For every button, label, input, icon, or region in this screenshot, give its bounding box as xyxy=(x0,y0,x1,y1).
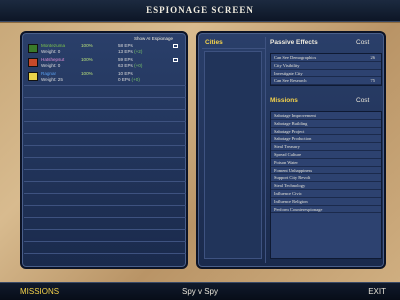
mission-item[interactable]: Foment Unhappiness xyxy=(271,167,381,175)
mission-item[interactable]: Sabotage Production xyxy=(271,135,381,144)
parchment-frame: Show AI Espionage Montezuma 100% Weight:… xyxy=(0,22,400,282)
civ-flag-icon xyxy=(28,44,38,53)
passive-effects-title: Passive Effects xyxy=(270,39,318,46)
passive-effects-list: Can See Demographics 26 City Visibility I… xyxy=(270,53,382,87)
missions-cost-header: Cost xyxy=(356,97,370,104)
screen-title: ESPIONAGE SCREEN xyxy=(0,0,400,22)
mission-item[interactable]: Steal Treasury xyxy=(271,143,381,151)
mission-item[interactable]: Spread Culture xyxy=(271,151,381,159)
civ-row-hatshepsut[interactable]: Hatshepsut 100% Weight: 0 59 EPs 63 EPs … xyxy=(26,57,186,69)
civ-eps: 58 EPs xyxy=(118,43,133,48)
civ-eps-rate: 0 EPs (+0) xyxy=(118,77,140,82)
mission-item[interactable]: Sabotage Project xyxy=(271,128,381,136)
civ-name: Ragnar xyxy=(41,71,57,76)
passive-effect-item[interactable]: Can See Research 75 xyxy=(271,77,381,86)
mission-item[interactable]: Steal Technology xyxy=(271,182,381,190)
passive-effect-item[interactable]: Investigate City xyxy=(271,70,381,78)
mission-item[interactable]: Sabotage Improvement xyxy=(271,112,381,120)
espionage-details-panel: Cities Passive Effects Cost Can See Demo… xyxy=(196,31,386,269)
civ-row-montezuma[interactable]: Montezuma 100% Weight: 0 58 EPs 13 EPs (… xyxy=(26,43,186,55)
mission-item[interactable]: Perform Counterespionage xyxy=(271,206,381,214)
civ-weight: Weight: 25 xyxy=(41,77,63,82)
spy-vs-spy-button[interactable]: Spy v Spy xyxy=(0,283,400,300)
passive-effect-item[interactable]: Can See Demographics 26 xyxy=(271,54,381,62)
mission-item[interactable]: Influence Civic xyxy=(271,190,381,198)
mission-item[interactable]: Sabotage Building xyxy=(271,120,381,128)
missions-list: Sabotage Improvement Sabotage Building S… xyxy=(270,111,382,259)
civ-eps: 10 EPs xyxy=(118,71,133,76)
mission-item[interactable]: Support City Revolt xyxy=(271,174,381,183)
civ-weight: Weight: 0 xyxy=(41,63,61,68)
civ-row-ragnar[interactable]: Ragnar 100% Weight: 25 10 EPs 0 EPs (+0) xyxy=(26,71,186,83)
cities-column: Cities xyxy=(202,37,266,263)
show-ai-checkbox[interactable] xyxy=(173,58,178,62)
show-ai-espionage-label: Show AI Espionage xyxy=(134,36,174,41)
civ-flag-icon xyxy=(28,72,38,81)
civ-flag-icon xyxy=(28,58,38,67)
mission-item[interactable]: Influence Religion xyxy=(271,198,381,206)
cities-title: Cities xyxy=(202,37,265,49)
civ-eps-rate: 63 EPs (+0) xyxy=(118,63,143,68)
exit-button[interactable]: EXIT xyxy=(368,283,386,300)
civ-name: Hatshepsut xyxy=(41,57,65,62)
missions-title: Missions xyxy=(270,97,298,104)
civ-percent: 100% xyxy=(81,71,93,76)
missions-button[interactable]: MISSIONS xyxy=(20,283,59,300)
civ-name: Montezuma xyxy=(41,43,66,48)
civ-percent: 100% xyxy=(81,57,93,62)
civ-weight: Weight: 0 xyxy=(41,49,61,54)
civ-eps-rate: 13 EPs (+2) xyxy=(118,49,143,54)
cities-list[interactable] xyxy=(204,51,262,259)
bottom-bar: Spy v Spy MISSIONS EXIT xyxy=(0,282,400,300)
passive-effect-item[interactable]: City Visibility xyxy=(271,62,381,70)
passive-cost-header: Cost xyxy=(356,39,370,46)
show-ai-checkbox[interactable] xyxy=(173,44,178,48)
civ-eps: 59 EPs xyxy=(118,57,133,62)
civ-percent: 100% xyxy=(81,43,93,48)
mission-item[interactable]: Poison Water xyxy=(271,159,381,167)
civilization-list-panel: Show AI Espionage Montezuma 100% Weight:… xyxy=(20,31,188,269)
